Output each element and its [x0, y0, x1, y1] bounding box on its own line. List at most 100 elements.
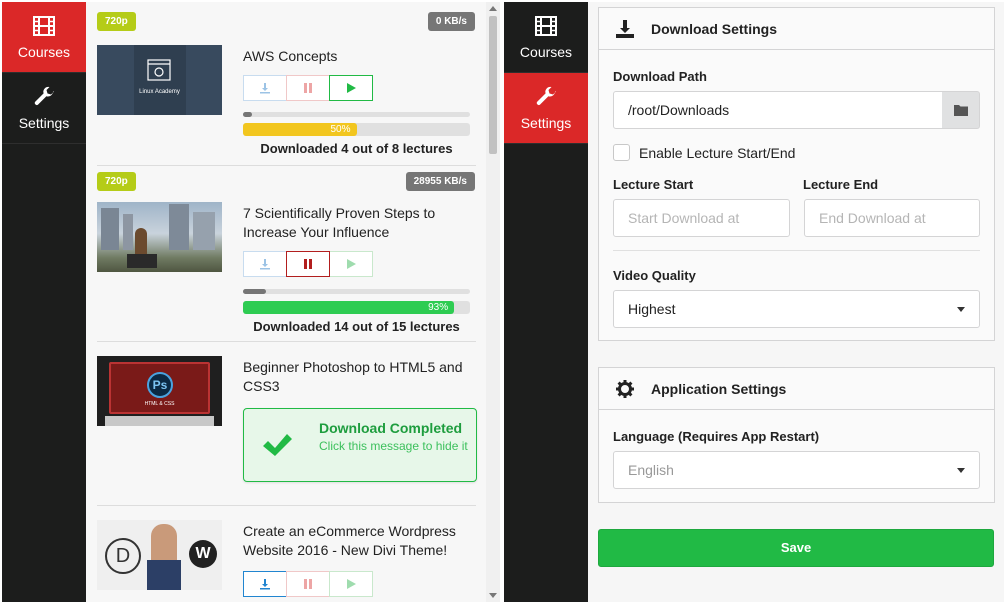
download-completed-message[interactable]: Download Completed Click this message to…: [243, 408, 477, 482]
play-icon: [347, 83, 356, 93]
course-thumbnail: [97, 202, 222, 272]
speed-badge: 28955 KB/s: [405, 172, 475, 191]
play-button[interactable]: [329, 571, 373, 597]
course-title: Beginner Photoshop to HTML5 and CSS3: [243, 359, 463, 394]
download-icon: [260, 579, 270, 590]
thumbnail-caption: Linux Academy: [139, 89, 180, 95]
course-item: 720p 28955 KB/s 7 Scientifically Proven …: [86, 166, 486, 342]
download-settings-section: Download Settings Download Path /root/Do…: [598, 7, 995, 341]
download-button[interactable]: [243, 251, 287, 277]
scrollbar[interactable]: [486, 2, 500, 602]
folder-icon: [953, 105, 968, 116]
dropdown-caret-icon: [957, 468, 965, 473]
checkmark-icon: [263, 434, 292, 456]
course-controls: [243, 251, 373, 277]
sidebar-item-label: Courses: [519, 44, 573, 60]
lecture-progress-bar: [243, 289, 470, 294]
scroll-down-icon[interactable]: [489, 593, 497, 598]
sidebar-item-courses[interactable]: Courses: [504, 2, 588, 73]
wrench-icon: [536, 86, 556, 105]
sidebar-item-label: Settings: [520, 115, 572, 131]
pause-icon: [304, 83, 312, 93]
course-thumbnail: D W: [97, 520, 222, 590]
quality-badge: 720p: [97, 172, 136, 191]
section-title: Application Settings: [651, 380, 787, 397]
sidebar-item-label: Settings: [18, 115, 70, 131]
settings-window: Courses Settings Download Settings Downl…: [504, 2, 1004, 602]
settings-panel: Download Settings Download Path /root/Do…: [588, 2, 1004, 602]
course-title: AWS Concepts: [243, 48, 338, 64]
download-button[interactable]: [243, 571, 287, 597]
speed-badge: 0 KB/s: [427, 12, 475, 31]
course-list: 720p 0 KB/s Linux Academy AWS Concepts 5…: [86, 2, 486, 602]
download-icon: [260, 83, 270, 94]
section-header: Download Settings: [599, 8, 994, 50]
film-icon: [535, 16, 557, 36]
download-button[interactable]: [243, 75, 287, 101]
field-label: Lecture End: [803, 177, 879, 192]
pause-button[interactable]: [286, 571, 330, 597]
course-title: 7 Scientifically Proven Steps to Increas…: [243, 205, 436, 240]
lecture-end-input[interactable]: End Download at: [804, 199, 980, 237]
courses-window: Courses Settings 720p 0 KB/s Linux Acade…: [2, 2, 500, 602]
pause-icon: [304, 579, 312, 589]
download-icon: [616, 19, 634, 38]
language-select[interactable]: English: [613, 451, 980, 489]
play-button[interactable]: [329, 251, 373, 277]
course-controls: [243, 571, 373, 597]
download-status: Downloaded 4 out of 8 lectures: [260, 141, 453, 156]
scroll-up-icon[interactable]: [489, 6, 497, 11]
course-thumbnail: Linux Academy: [97, 45, 222, 115]
pause-button[interactable]: [286, 251, 330, 277]
pause-button[interactable]: [286, 75, 330, 101]
divider: [613, 250, 980, 251]
lecture-start-input[interactable]: Start Download at: [613, 199, 790, 237]
course-progress-bar: 50%: [243, 123, 470, 136]
download-path-input[interactable]: /root/Downloads: [613, 91, 943, 129]
film-icon: [33, 16, 55, 36]
sidebar-item-settings[interactable]: Settings: [2, 73, 86, 144]
wordpress-icon: W: [189, 540, 217, 568]
pause-icon: [304, 259, 312, 269]
video-quality-select[interactable]: Highest: [613, 290, 980, 328]
save-button[interactable]: Save: [598, 529, 994, 567]
lecture-progress-bar: [243, 112, 470, 117]
completed-hint: Click this message to hide it: [319, 439, 468, 453]
wrench-icon: [34, 86, 54, 105]
course-item: Ps HTML & CSS Beginner Photoshop to HTML…: [86, 342, 486, 506]
course-progress-bar: 93%: [243, 301, 470, 314]
progress-label: 93%: [428, 302, 449, 313]
select-value: English: [628, 462, 674, 478]
play-button[interactable]: [329, 75, 373, 101]
section-title: Download Settings: [651, 20, 777, 37]
course-controls: [243, 75, 373, 101]
sidebar: Courses Settings: [504, 2, 588, 602]
play-icon: [347, 259, 356, 269]
download-icon: [260, 259, 270, 270]
gear-icon: [147, 59, 171, 81]
course-item: 720p 0 KB/s Linux Academy AWS Concepts 5…: [86, 2, 486, 166]
course-thumbnail: Ps HTML & CSS: [97, 356, 222, 426]
section-header: Application Settings: [599, 368, 994, 410]
dropdown-caret-icon: [957, 307, 965, 312]
divi-logo: D: [105, 538, 141, 574]
browse-folder-button[interactable]: [942, 91, 980, 129]
quality-badge: 720p: [97, 12, 136, 31]
sidebar: Courses Settings: [2, 2, 86, 602]
completed-title: Download Completed: [319, 420, 463, 436]
course-item: D W Create an eCommerce Wordpress Websit…: [86, 506, 486, 602]
scroll-thumb[interactable]: [489, 16, 497, 154]
photoshop-logo: Ps: [147, 372, 173, 398]
thumbnail-caption: HTML & CSS: [144, 401, 175, 407]
enable-lecture-checkbox[interactable]: [613, 144, 630, 161]
field-label: Download Path: [613, 69, 707, 84]
checkbox-label: Enable Lecture Start/End: [639, 145, 796, 161]
download-status: Downloaded 14 out of 15 lectures: [253, 319, 460, 334]
application-settings-section: Application Settings Language (Requires …: [598, 367, 995, 503]
select-value: Highest: [628, 301, 676, 317]
course-title: Create an eCommerce Wordpress Website 20…: [243, 523, 456, 558]
sidebar-item-settings[interactable]: Settings: [504, 73, 588, 144]
sidebar-item-courses[interactable]: Courses: [2, 2, 86, 73]
play-icon: [347, 579, 356, 589]
field-label: Language (Requires App Restart): [613, 429, 820, 444]
